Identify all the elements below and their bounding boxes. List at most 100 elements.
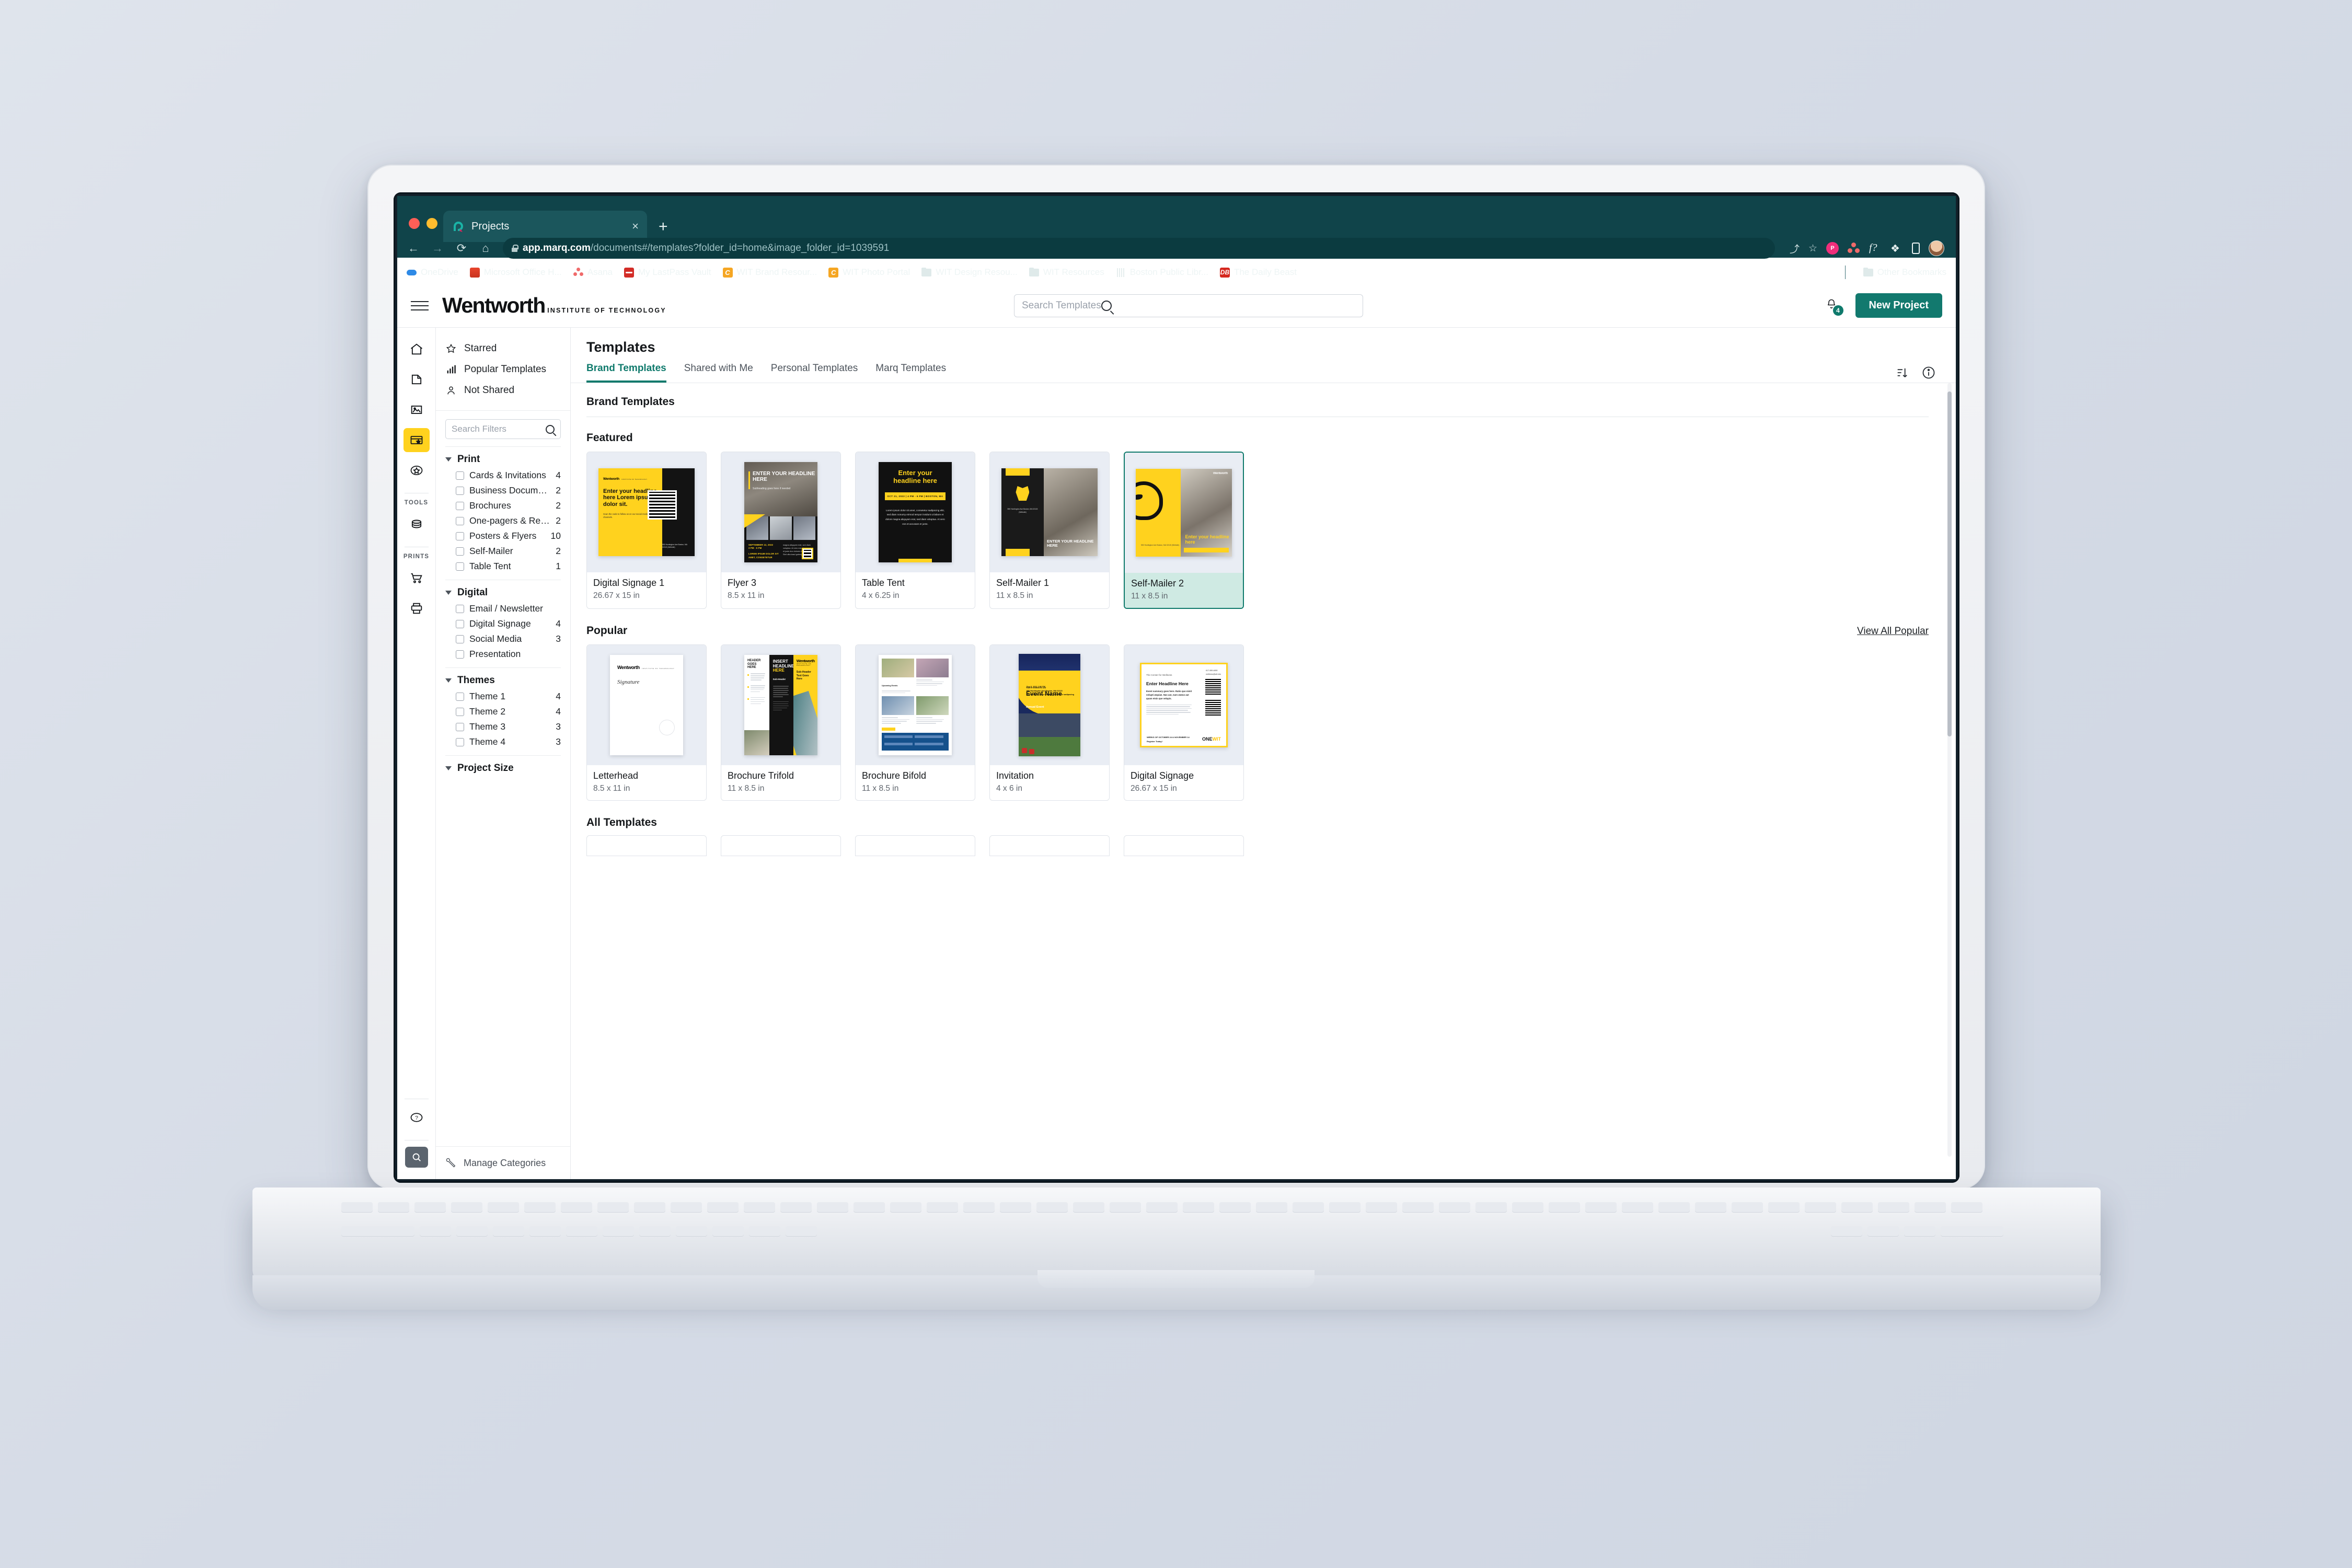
- search-icon[interactable]: [1101, 301, 1112, 311]
- template-card-selected[interactable]: 550 Huntington Ave Boston, MA 02115 (Web…: [1124, 452, 1244, 609]
- other-bookmarks-button[interactable]: Other Bookmarks: [1863, 267, 1946, 278]
- template-card[interactable]: You're invited to our Event Name Annual …: [989, 644, 1110, 801]
- checkbox[interactable]: [456, 635, 464, 643]
- bookmark-item[interactable]: WIT Resources: [1029, 267, 1104, 278]
- checkbox[interactable]: [456, 604, 464, 613]
- template-card[interactable]: Wentworth INSTITUTE OF TECHNOLOGY Signat…: [586, 644, 707, 801]
- facet-header[interactable]: Project Size: [445, 763, 561, 777]
- sidebar-item-home[interactable]: [403, 337, 430, 361]
- sidebar-item-brand-templates[interactable]: [403, 428, 430, 452]
- minimize-window-button[interactable]: [426, 218, 437, 229]
- checkbox[interactable]: [456, 532, 464, 540]
- template-card[interactable]: [586, 835, 707, 856]
- template-card[interactable]: [989, 835, 1110, 856]
- extensions-puzzle-icon[interactable]: ❖: [1890, 242, 1903, 255]
- scrollbar-thumb[interactable]: [1947, 391, 1952, 736]
- template-card[interactable]: HEADER GOES HERE INSERT HEADLINE HERE Su…: [721, 644, 841, 801]
- facet-row[interactable]: Theme 2 4: [445, 704, 561, 719]
- bookmark-item[interactable]: Boston Public Libr...: [1116, 267, 1208, 278]
- hamburger-menu-icon[interactable]: [411, 301, 429, 310]
- bookmark-item[interactable]: C WIT Brand Resour...: [722, 267, 817, 278]
- sidebar-item-starred[interactable]: [403, 458, 430, 482]
- checkbox[interactable]: [456, 547, 464, 556]
- tab-marq-templates[interactable]: Marq Templates: [875, 363, 946, 383]
- extension-pink-icon[interactable]: P: [1826, 242, 1839, 255]
- facet-row[interactable]: Theme 1 4: [445, 689, 561, 704]
- facet-row[interactable]: One-pagers & Repo... 2: [445, 513, 561, 528]
- facet-row[interactable]: Theme 3 3: [445, 719, 561, 734]
- manage-categories-button[interactable]: Manage Categories: [436, 1146, 570, 1179]
- checkbox[interactable]: [456, 516, 464, 525]
- quick-link-not-shared[interactable]: Not Shared: [445, 380, 561, 401]
- checkbox[interactable]: [456, 722, 464, 731]
- facet-row[interactable]: Posters & Flyers 10: [445, 528, 561, 544]
- asana-extension-icon[interactable]: [1848, 242, 1860, 255]
- facet-row[interactable]: Cards & Invitations 4: [445, 468, 561, 483]
- help-button[interactable]: ?: [403, 1105, 430, 1129]
- forward-button[interactable]: →: [431, 243, 444, 254]
- sidebar-item-data[interactable]: [403, 512, 430, 536]
- search-templates-input[interactable]: Search Templates: [1014, 294, 1363, 317]
- facet-row[interactable]: Digital Signage 4: [445, 616, 561, 631]
- chevron-down-icon[interactable]: [445, 591, 452, 595]
- bookmark-item[interactable]: My LastPass Vault: [624, 267, 711, 278]
- bookmark-item[interactable]: Asana: [573, 267, 613, 278]
- bookmark-star-icon[interactable]: ☆: [1808, 243, 1817, 255]
- back-button[interactable]: ←: [407, 243, 420, 254]
- checkbox[interactable]: [456, 486, 464, 495]
- chevron-down-icon[interactable]: [445, 457, 452, 462]
- notifications-button[interactable]: 4: [1824, 297, 1843, 316]
- new-tab-button[interactable]: +: [659, 219, 668, 235]
- sidebar-item-images[interactable]: [403, 398, 430, 422]
- quick-link-starred[interactable]: Starred: [445, 338, 561, 359]
- checkbox[interactable]: [456, 707, 464, 716]
- view-all-popular-link[interactable]: View All Popular: [1857, 626, 1929, 637]
- new-project-button[interactable]: New Project: [1855, 293, 1942, 318]
- info-icon[interactable]: [1921, 365, 1936, 380]
- template-card[interactable]: [721, 835, 841, 856]
- checkbox[interactable]: [456, 737, 464, 746]
- checkbox[interactable]: [456, 650, 464, 659]
- close-window-button[interactable]: [409, 218, 420, 229]
- sidebar-item-printer[interactable]: [403, 596, 430, 620]
- tab-shared-with-me[interactable]: Shared with Me: [684, 363, 753, 383]
- chevron-down-icon[interactable]: [445, 678, 452, 683]
- facet-row[interactable]: Email / Newsletter: [445, 601, 561, 616]
- quick-link-popular-templates[interactable]: Popular Templates: [445, 359, 561, 380]
- checkbox[interactable]: [456, 471, 464, 480]
- facet-row[interactable]: Presentation: [445, 647, 561, 662]
- profile-avatar[interactable]: [1929, 240, 1944, 256]
- font-extension-icon[interactable]: f?: [1869, 242, 1882, 255]
- template-card[interactable]: Wentworth INSTITUTE OF TECHNOLOGY Enter …: [586, 452, 707, 609]
- template-card[interactable]: The Center for Wellness Enter Headline H…: [1124, 644, 1244, 801]
- checkbox[interactable]: [456, 692, 464, 701]
- chevron-down-icon[interactable]: [445, 766, 452, 770]
- checkbox[interactable]: [456, 562, 464, 571]
- template-card[interactable]: [1124, 835, 1244, 856]
- facet-row[interactable]: Theme 4 3: [445, 734, 561, 750]
- facet-header[interactable]: Themes: [445, 675, 561, 689]
- address-bar[interactable]: app.marq.com/documents#/templates?folder…: [503, 238, 1775, 259]
- facet-header[interactable]: Digital: [445, 587, 561, 601]
- search-icon[interactable]: [546, 424, 555, 434]
- facet-row[interactable]: Table Tent 1: [445, 559, 561, 574]
- facet-row[interactable]: Social Media 3: [445, 631, 561, 647]
- facet-row[interactable]: Self-Mailer 2: [445, 544, 561, 559]
- sidebar-item-documents[interactable]: [403, 367, 430, 391]
- bookmark-item[interactable]: OneDrive: [407, 267, 458, 278]
- tab-personal-templates[interactable]: Personal Templates: [771, 363, 858, 383]
- reload-button[interactable]: ⟳: [455, 243, 468, 254]
- cast-icon[interactable]: [1912, 243, 1920, 254]
- bookmark-item[interactable]: C WIT Photo Portal: [828, 267, 910, 278]
- search-filters-input[interactable]: Search Filters: [445, 419, 561, 439]
- template-card[interactable]: Enter your headline here OCT 21, 2022 | …: [855, 452, 975, 609]
- close-tab-button[interactable]: ×: [632, 221, 639, 232]
- checkbox[interactable]: [456, 501, 464, 510]
- template-card[interactable]: 550 Huntington Ave Boston, MA 02115 (Web…: [989, 452, 1110, 609]
- facet-header[interactable]: Print: [445, 454, 561, 468]
- home-button[interactable]: ⌂: [479, 243, 492, 254]
- checkbox[interactable]: [456, 619, 464, 628]
- rail-search-button[interactable]: [405, 1147, 428, 1168]
- bookmark-item[interactable]: Microsoft Office H...: [469, 267, 562, 278]
- tab-brand-templates[interactable]: Brand Templates: [586, 363, 666, 383]
